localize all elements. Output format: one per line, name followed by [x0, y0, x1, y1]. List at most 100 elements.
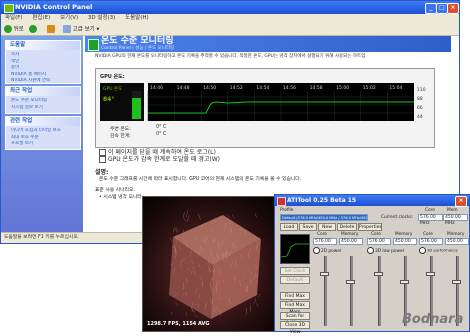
- properties-button[interactable]: Properties: [358, 223, 382, 231]
- back-arrow-icon: [4, 25, 12, 33]
- menu-edit[interactable]: 편집(E): [32, 15, 50, 21]
- core-slider-track[interactable]: [324, 256, 327, 326]
- view-dropdown[interactable]: 고급 보기 ▾: [63, 25, 99, 34]
- column-core-value[interactable]: 576.00: [367, 238, 391, 245]
- gauge-temp: 84°: [103, 96, 114, 103]
- column-mem-label: Memory: [341, 232, 358, 237]
- mem-slider-thumb[interactable]: [452, 280, 461, 284]
- scale-tick-label: 66: [417, 105, 423, 111]
- menu-help[interactable]: 도움말(H): [125, 15, 149, 21]
- time-tick-label: 14:54: [256, 85, 269, 91]
- profile-select[interactable]: Default (576.0 MHz/450.0 MHz / 576.0 MHz…: [280, 214, 368, 221]
- radio-icon: [419, 247, 426, 254]
- menu-view[interactable]: 보기(V): [60, 15, 78, 21]
- profile-radio[interactable]: 2D power: [313, 247, 342, 254]
- fur-strand: [198, 214, 201, 220]
- profile-label: Profile: [280, 208, 293, 213]
- fur-strand: [250, 305, 251, 312]
- back-button[interactable]: 뒤로: [4, 25, 24, 34]
- radio-icon: [313, 247, 320, 254]
- time-tick-label: 15:00: [336, 85, 349, 91]
- core-slider-thumb[interactable]: [374, 272, 383, 276]
- current-mem-value: 450.00 MHz: [443, 214, 468, 221]
- sidebar-item[interactable]: 프로필 보기: [6, 141, 80, 148]
- close-button[interactable]: ×: [447, 3, 459, 14]
- load-button[interactable]: Load: [280, 223, 298, 231]
- log-option: 이 페이지를 닫을 때 계속하여 온도 로그(L): [99, 149, 435, 156]
- column-mem-value[interactable]: 450.00: [339, 238, 363, 245]
- breadcrumb: Control Panel | 성능 | 온도 모니터링: [101, 46, 174, 51]
- gauge-name: GPU 온도: [103, 86, 122, 92]
- core-slider-thumb[interactable]: [320, 272, 329, 276]
- sidebar: 도움말 목차 색인 용어 NVIDIA 홈 페이지 NVIDIA 지원에 연락 …: [1, 36, 83, 232]
- find-max-mem-button[interactable]: Find Max Mem: [280, 301, 310, 309]
- page-header: 온도 수준 모니터링 Control Panel | 성능 | 온도 모니터링: [85, 36, 451, 52]
- sidebar-panel-related: 관련 작업 미디어 초점과 터미널 보호 최대 보호 수준 프로필 보기: [5, 116, 81, 150]
- gpu-temperature-panel: GPU 온도: GPU 온도 84° 14:4614:4814:5014:521…: [95, 68, 435, 148]
- find-max-core-button[interactable]: Find Max Core: [280, 292, 310, 300]
- core-header: Core: [425, 208, 435, 213]
- scan-artifacts-button[interactable]: Scan for Artifacts: [280, 312, 310, 320]
- mem-slider-thumb[interactable]: [400, 280, 409, 284]
- default-button[interactable]: Default: [280, 276, 310, 284]
- fur-strand: [170, 238, 172, 242]
- sidebar-panel-title: 관련 작업: [6, 117, 80, 126]
- new-button[interactable]: New: [318, 223, 336, 231]
- section-text: 온도 수준 그래프를 시간에 따라 표시합니다. GPU 코어의 현재 시스템의…: [99, 176, 435, 183]
- sidebar-item[interactable]: 시스템 정보 보기: [6, 105, 80, 112]
- gauge-level: [132, 98, 141, 119]
- profile-radio-label: 3D performance: [427, 248, 458, 253]
- fur-strand: [183, 212, 184, 218]
- scale-tick-label: 88: [417, 96, 423, 102]
- radio-icon: [367, 247, 374, 254]
- menu-file[interactable]: 파일(F): [5, 15, 23, 21]
- profile-radio-label: 3D low power: [375, 249, 404, 254]
- mem-slider-track[interactable]: [350, 256, 353, 326]
- column-core-value[interactable]: 576.00: [419, 238, 443, 245]
- home-icon: [47, 25, 55, 33]
- time-tick-label: 14:50: [203, 85, 216, 91]
- profile-radio[interactable]: 3D performance: [419, 247, 458, 254]
- view-icon: [63, 25, 71, 33]
- 3d-render-view: 1298.7 FPS, 1154 AVG: [142, 196, 278, 332]
- graph-scale: 110886644: [417, 87, 426, 120]
- core-slider-thumb[interactable]: [426, 272, 435, 276]
- core-slider-track[interactable]: [378, 256, 381, 326]
- log-checkbox[interactable]: [99, 149, 106, 156]
- sidebar-item[interactable]: NVIDIA 지원에 연락: [6, 78, 80, 85]
- column-mem-value[interactable]: 450.00: [393, 238, 417, 245]
- atitool-close-button[interactable]: ×: [455, 196, 467, 207]
- column-core-label: Core: [317, 232, 327, 237]
- fur-strand: [187, 215, 190, 222]
- clock-column-1: Core Memory 576.00 450.00 2D power: [313, 232, 365, 330]
- fur-cube-image: [143, 197, 278, 332]
- mem-slider-thumb[interactable]: [346, 280, 355, 284]
- delete-button[interactable]: Delete: [337, 223, 357, 231]
- temperature-chart: GPU 온도 84° 14:4614:4814:5014:5214:5414:5…: [100, 83, 432, 121]
- current-core-value: 576.00 MHz: [418, 214, 443, 221]
- mem-header: Mem: [447, 208, 458, 213]
- column-core-value[interactable]: 576.00: [313, 238, 337, 245]
- close-3d-view-button[interactable]: Close 3D View: [280, 321, 310, 329]
- menu-bar: 파일(F) 편집(E) 보기(V) 3D 설정(3) 도움말(H): [1, 14, 459, 23]
- time-tick-label: 15:02: [363, 85, 376, 91]
- fur-strand: [171, 312, 172, 315]
- fur-strand: [173, 227, 174, 232]
- profile-radio[interactable]: 3D low power: [367, 247, 404, 254]
- column-core-label: Core: [371, 232, 381, 237]
- warn-checkbox[interactable]: [99, 156, 106, 163]
- column-mem-label: Memory: [395, 232, 412, 237]
- save-button[interactable]: Save: [299, 223, 317, 231]
- time-tick-label: 14:48: [177, 85, 190, 91]
- fur-strand: [232, 215, 234, 219]
- fur-strand: [195, 315, 198, 317]
- menu-3d-settings[interactable]: 3D 설정(3): [88, 15, 115, 21]
- ambient-label: 주변 온도:: [110, 125, 131, 132]
- home-button[interactable]: [47, 25, 55, 34]
- column-mem-value[interactable]: 450.00: [445, 238, 469, 245]
- time-tick-label: 14:46: [150, 85, 163, 91]
- fur-strand: [258, 294, 261, 297]
- forward-button[interactable]: [29, 25, 37, 34]
- time-tick-label: 14:52: [230, 85, 243, 91]
- set-clock-button[interactable]: Set Clock: [280, 267, 310, 275]
